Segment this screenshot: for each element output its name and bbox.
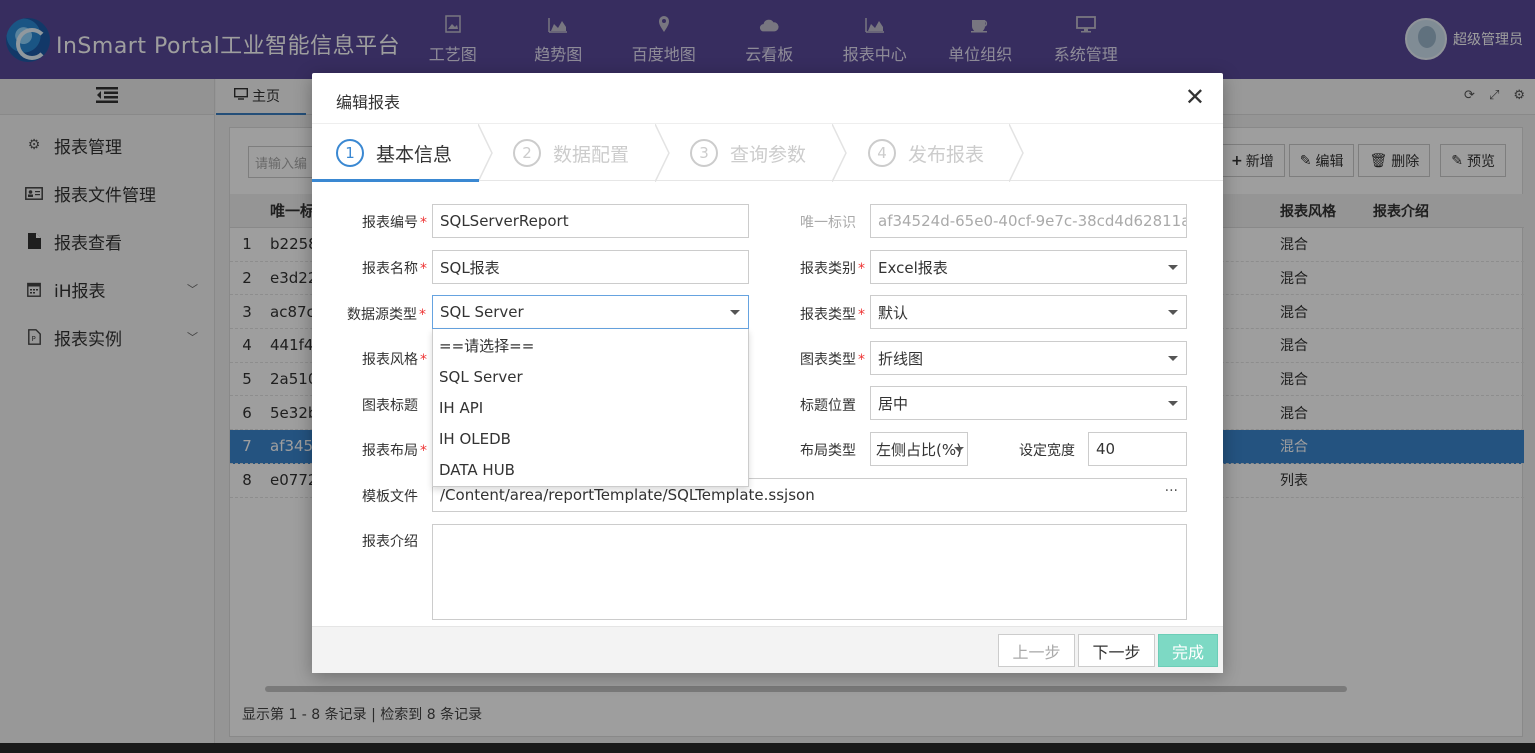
layout-type-select[interactable]: 左侧占比(%) [870,432,968,466]
ellipsis-icon[interactable]: ··· [1165,483,1178,499]
report-code-input[interactable]: SQLServerReport [432,204,749,238]
report-name-label: 报表名称 * [362,261,427,277]
step-publish[interactable]: 4 发布报表 [868,124,984,182]
title-position-label: 标题位置 [800,398,856,414]
set-width-input[interactable]: 40 [1088,432,1187,466]
report-layout-label: 报表布局 * [362,443,427,459]
next-step-button[interactable]: 下一步 [1078,634,1155,667]
caret-down-icon [1168,356,1178,361]
report-code-label: 报表编号 * [362,215,427,231]
unique-id-label: 唯一标识 [800,215,856,231]
edit-report-dialog: 编辑报表 ✕ 1 基本信息 2 数据配置 3 查询参数 4 发布报表 报表编号 *… [312,73,1223,673]
caret-down-icon [1168,310,1178,315]
datasource-type-select[interactable]: SQL Server [432,295,749,329]
datasource-type-label: 数据源类型 * [347,307,426,323]
step-separator [478,124,493,182]
step-separator [1009,124,1024,182]
dropdown-option[interactable]: DATA HUB [433,454,748,485]
dialog-title: 编辑报表 [336,93,401,112]
dropdown-option[interactable]: IH OLEDB [433,423,748,454]
datasource-type-dropdown: ==请选择== SQL Server IH API IH OLEDB DATA … [432,329,749,487]
report-style-label: 报表风格 * [362,352,427,368]
wizard-steps: 1 基本信息 2 数据配置 3 查询参数 4 发布报表 [312,123,1223,182]
dropdown-option[interactable]: SQL Server [433,361,748,392]
report-category-label: 报表类别 * [800,261,865,277]
caret-down-icon [1168,265,1178,270]
caret-down-icon [730,310,740,315]
chart-type-select[interactable]: 折线图 [870,341,1187,375]
report-type-select[interactable]: 默认 [870,295,1187,329]
step-query-params[interactable]: 3 查询参数 [690,124,806,182]
report-category-select[interactable]: Excel报表 [870,250,1187,284]
chart-title-label: 图表标题 [362,398,418,414]
active-step-indicator [312,179,479,182]
step-separator [655,124,670,182]
set-width-label: 设定宽度 [1019,443,1075,459]
dialog-footer: 上一步 下一步 完成 [312,626,1223,673]
dropdown-option[interactable]: IH API [433,392,748,423]
caret-down-icon [954,447,964,452]
taskbar-strip [0,743,1535,753]
caret-down-icon [1168,401,1178,406]
template-file-label: 模板文件 [362,489,418,505]
report-intro-label: 报表介绍 [362,534,418,550]
report-name-input[interactable]: SQL报表 [432,250,749,284]
layout-type-label: 布局类型 [800,443,856,459]
finish-button[interactable]: 完成 [1158,634,1218,667]
unique-id-input: af34524d-65e0-40cf-9e7c-38cd4d62811a [870,204,1187,238]
title-position-select[interactable]: 居中 [870,386,1187,420]
dropdown-option[interactable]: ==请选择== [433,329,748,361]
report-type-label: 报表类型 * [800,307,865,323]
step-separator [832,124,847,182]
prev-step-button[interactable]: 上一步 [998,634,1075,667]
close-icon[interactable]: ✕ [1185,85,1205,109]
chart-type-label: 图表类型 * [800,352,865,368]
report-intro-textarea[interactable] [432,524,1187,620]
step-basic-info[interactable]: 1 基本信息 [336,124,452,182]
step-data-config[interactable]: 2 数据配置 [513,124,629,182]
